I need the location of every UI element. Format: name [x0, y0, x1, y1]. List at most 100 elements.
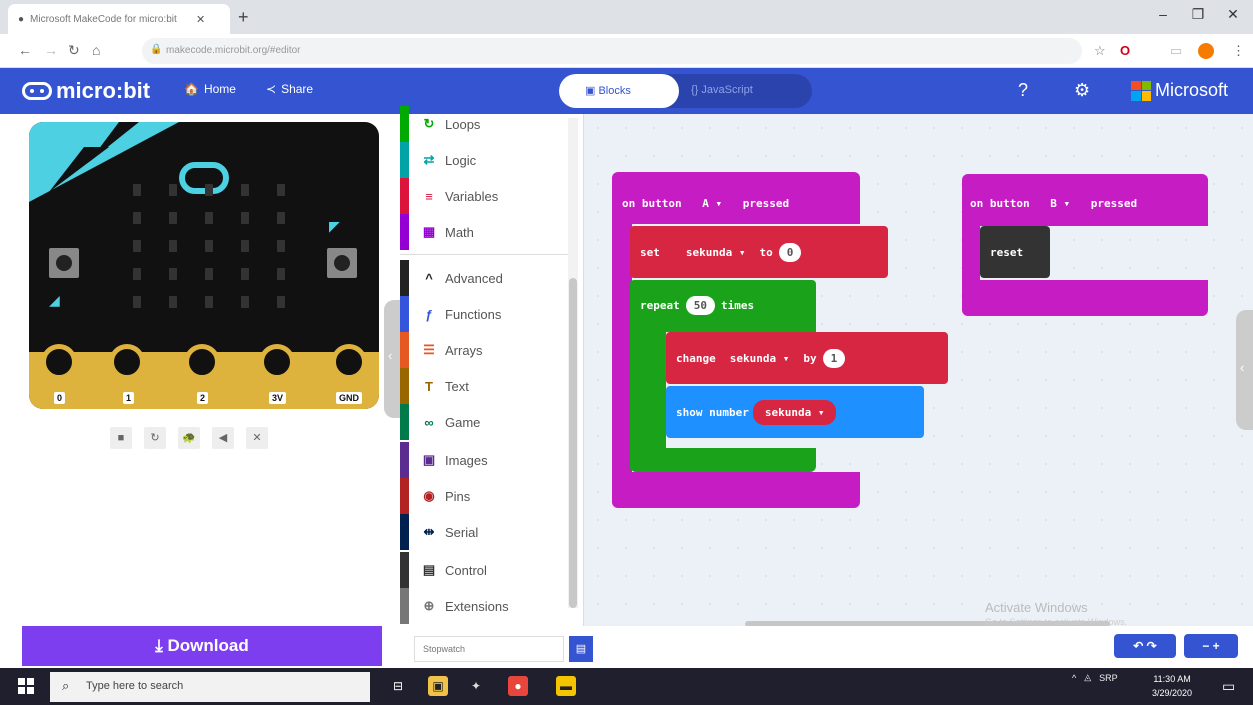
pins-icon: ◉	[423, 488, 435, 503]
network-icon[interactable]: ◬	[1084, 672, 1091, 683]
button-dropdown[interactable]: B ▾	[1040, 193, 1080, 214]
reload-icon[interactable]: ↻	[68, 42, 80, 59]
scrollbar-thumb[interactable]	[569, 278, 577, 608]
microsoft-logo[interactable]: Microsoft	[1131, 80, 1228, 101]
pin-gnd[interactable]	[331, 344, 367, 380]
category-extensions[interactable]: ⊕ Extensions	[400, 588, 570, 624]
new-tab-button[interactable]: +	[238, 7, 249, 28]
category-label: Control	[445, 562, 487, 578]
undo-icon[interactable]: ↶	[1133, 639, 1143, 653]
blocks-workspace[interactable]: on button A ▾ pressed set sekunda ▾ to 0…	[584, 114, 1253, 626]
show-number-block[interactable]: show number sekunda ▾	[666, 386, 924, 438]
blocks-label: Blocks	[598, 85, 631, 97]
profile-icon[interactable]	[1198, 43, 1214, 59]
category-text[interactable]: T Text	[400, 368, 570, 404]
category-loops[interactable]: ↻ Loops	[400, 106, 570, 142]
mute-icon[interactable]: ◀	[212, 427, 234, 449]
functions-icon: ƒ	[425, 306, 433, 322]
fullscreen-icon[interactable]: ✕	[246, 427, 268, 449]
opera-extension-icon[interactable]: O	[1120, 43, 1130, 58]
blocks-icon: ▣	[585, 85, 599, 97]
variable-dropdown[interactable]: sekunda ▾	[720, 348, 800, 369]
share-button[interactable]: ≺ Share	[266, 82, 313, 96]
repeat-block[interactable]: repeat 50 times do	[630, 280, 816, 349]
category-images[interactable]: ▣ Images	[400, 442, 570, 478]
microbit-logo[interactable]: micro:bit	[22, 78, 150, 104]
download-button[interactable]: ⤓ Download	[22, 626, 382, 666]
extension-icon[interactable]: ▭	[1170, 43, 1182, 59]
control-icon: ▤	[422, 562, 436, 577]
collapse-right-button[interactable]: ‹	[1236, 310, 1253, 430]
chrome-icon[interactable]: ●	[508, 676, 528, 696]
home-icon[interactable]: ⌂	[92, 42, 100, 58]
pin-0[interactable]	[41, 344, 77, 380]
javascript-tab[interactable]: {} JavaScript	[691, 84, 753, 96]
close-window-icon[interactable]: ✕	[1218, 6, 1248, 23]
address-bar-row: ← → ↻ ⌂ 🔒 makecode.microbit.org/#editor …	[0, 34, 1253, 68]
on-button-a-block[interactable]: on button A ▾ pressed	[612, 172, 860, 224]
button-a[interactable]	[49, 248, 79, 278]
category-arrays[interactable]: ☰ Arrays	[400, 332, 570, 368]
chevron-up-icon[interactable]: ^	[1072, 673, 1076, 683]
microbit-icon	[22, 82, 52, 100]
language-indicator[interactable]: SRP	[1099, 673, 1118, 683]
system-tray: ^ ◬ SRP	[1072, 672, 1118, 683]
notifications-icon[interactable]: ▭	[1222, 678, 1235, 695]
app-icon[interactable]: ✦	[466, 676, 486, 696]
category-pins[interactable]: ◉ Pins	[400, 478, 570, 514]
stop-icon[interactable]: ■	[110, 427, 132, 449]
task-view-icon[interactable]: ⊟	[388, 676, 408, 696]
settings-gear-icon[interactable]: ⚙	[1074, 80, 1090, 101]
toolbox-scrollbar[interactable]	[568, 118, 578, 608]
reset-block[interactable]: reset	[980, 226, 1050, 278]
clock[interactable]: 11:30 AM 3/29/2020	[1152, 672, 1192, 700]
category-functions[interactable]: ƒ Functions	[400, 296, 570, 332]
zoom-out-icon[interactable]: −	[1202, 639, 1209, 653]
minimize-icon[interactable]: –	[1148, 6, 1178, 22]
url-input[interactable]: 🔒 makecode.microbit.org/#editor	[142, 38, 1082, 64]
save-icon[interactable]: ▤	[569, 636, 593, 662]
close-tab-icon[interactable]: ✕	[196, 13, 205, 26]
store-icon[interactable]: ▣	[428, 676, 448, 696]
file-explorer-icon[interactable]: ▬	[556, 676, 576, 696]
slow-mo-icon[interactable]: 🐢	[178, 427, 200, 449]
pin-1[interactable]	[109, 344, 145, 380]
variable-reporter[interactable]: sekunda ▾	[752, 400, 837, 425]
back-icon[interactable]: ←	[18, 42, 32, 58]
category-color-bar	[400, 404, 409, 440]
category-serial[interactable]: ⇹ Serial	[400, 514, 570, 550]
button-b[interactable]	[327, 248, 357, 278]
repeat-count-input[interactable]: 50	[685, 296, 715, 315]
category-advanced[interactable]: ^ Advanced	[400, 260, 570, 296]
on-button-b-block[interactable]: on button B ▾ pressed	[962, 174, 1208, 226]
category-control[interactable]: ▤ Control	[400, 552, 570, 588]
set-variable-block[interactable]: set sekunda ▾ to 0	[630, 226, 888, 278]
category-game[interactable]: ∞ Game	[400, 404, 570, 440]
variable-dropdown[interactable]: sekunda ▾	[676, 242, 756, 263]
project-name-input[interactable]: Stopwatch	[414, 636, 564, 662]
maximize-icon[interactable]: ❐	[1183, 6, 1213, 23]
value-input[interactable]: 0	[778, 243, 802, 262]
restart-icon[interactable]: ↻	[144, 427, 166, 449]
pin-2[interactable]	[184, 344, 220, 380]
category-math[interactable]: ▦ Math	[400, 214, 570, 250]
by-value-input[interactable]: 1	[822, 349, 846, 368]
pin-3v[interactable]	[259, 344, 295, 380]
undo-redo-group[interactable]: ↶ ↷	[1114, 634, 1176, 658]
category-variables[interactable]: ≡ Variables	[400, 178, 570, 214]
windows-start-icon[interactable]	[18, 678, 34, 694]
home-button[interactable]: 🏠 Home	[184, 82, 236, 96]
button-dropdown[interactable]: A ▾	[692, 193, 732, 214]
blocks-tab[interactable]: ▣ Blocks	[559, 74, 679, 108]
menu-icon[interactable]: ⋮	[1232, 43, 1245, 59]
zoom-group[interactable]: − +	[1184, 634, 1238, 658]
taskbar-search[interactable]: ⌕ Type here to search	[50, 672, 370, 702]
zoom-in-icon[interactable]: +	[1213, 639, 1220, 653]
change-variable-block[interactable]: change sekunda ▾ by 1	[666, 332, 948, 384]
help-icon[interactable]: ?	[1018, 80, 1028, 101]
forward-icon[interactable]: →	[44, 42, 58, 58]
category-logic[interactable]: ⇄ Logic	[400, 142, 570, 178]
star-icon[interactable]: ☆	[1094, 43, 1106, 59]
redo-icon[interactable]: ↷	[1147, 639, 1157, 653]
browser-tab[interactable]: ● Microsoft MakeCode for micro:bit ✕	[8, 4, 230, 34]
